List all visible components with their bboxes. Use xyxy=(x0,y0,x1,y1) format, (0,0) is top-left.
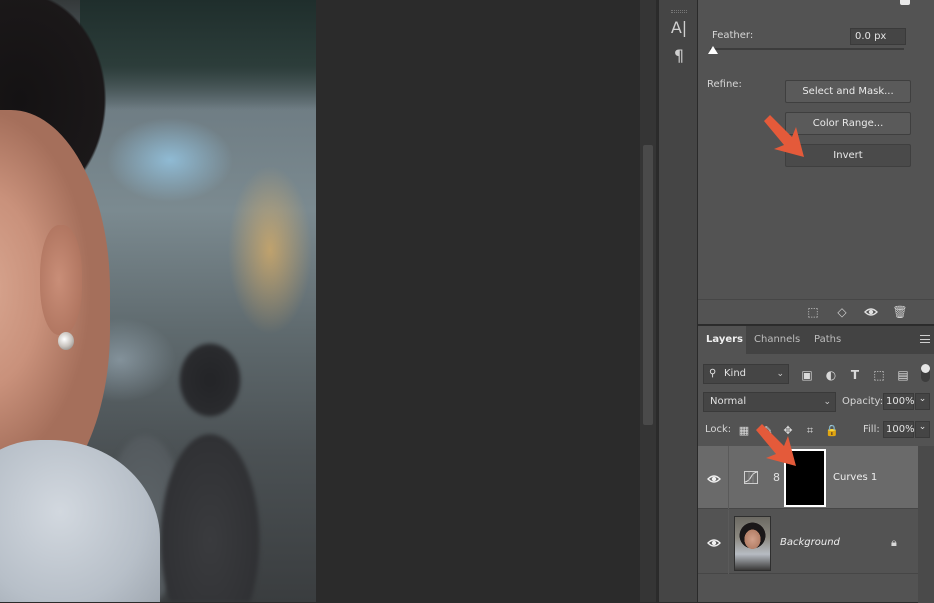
feather-label: Feather: xyxy=(712,30,754,41)
selection-icon[interactable]: ⬚ xyxy=(802,300,824,324)
layer-image-thumbnail[interactable] xyxy=(734,516,771,571)
photo-background-person-dark xyxy=(150,330,270,602)
layers-panel: Layers Channels Paths ⚲ Kind ⌄ ▣ ◐ T ⬚ ▤… xyxy=(698,325,934,603)
canvas-scrollbar-thumb[interactable] xyxy=(643,145,653,425)
visibility-icon[interactable] xyxy=(707,537,723,549)
feather-slider-knob[interactable] xyxy=(708,46,718,54)
feather-slider-track[interactable] xyxy=(710,48,904,50)
blend-mode-select[interactable]: Normal ⌄ xyxy=(703,392,836,412)
layer-name[interactable]: Curves 1 xyxy=(833,472,877,483)
photo-ear xyxy=(40,225,82,335)
link-icon[interactable]: 8 xyxy=(773,470,781,486)
lock-all-icon[interactable]: 🔒 xyxy=(824,423,840,439)
layer-filter-kind-select[interactable]: ⚲ Kind ⌄ xyxy=(703,364,789,384)
strip-grip[interactable] xyxy=(671,10,687,13)
panel-menu-icon[interactable] xyxy=(920,335,930,343)
annotation-arrow-invert xyxy=(764,115,804,157)
pixel-filter-icon[interactable]: ▣ xyxy=(798,366,816,384)
character-icon[interactable]: A| xyxy=(659,18,699,37)
feather-field[interactable]: 0.0 px xyxy=(850,28,906,45)
shape-filter-icon[interactable]: ⬚ xyxy=(870,366,888,384)
opacity-field[interactable]: 100% xyxy=(883,393,915,410)
blend-mode-value: Normal xyxy=(710,396,747,407)
filter-kind-value: Kind xyxy=(724,368,747,379)
layers-panel-tabs: Layers Channels Paths xyxy=(698,326,934,354)
filter-toggle-knob xyxy=(921,364,930,373)
filter-toggle[interactable] xyxy=(921,364,930,382)
trash-icon[interactable]: 🗑 xyxy=(889,300,911,324)
properties-footer: ⬚ ◇ 🗑 xyxy=(698,299,934,324)
fill-label: Fill: xyxy=(863,424,880,435)
lock-icon: 🔒︎ xyxy=(891,536,897,549)
smart-object-filter-icon[interactable]: ▤ xyxy=(894,366,912,384)
fill-field[interactable]: 100% xyxy=(883,421,915,438)
apply-mask-icon[interactable]: ◇ xyxy=(831,300,853,324)
search-icon: ⚲ xyxy=(709,368,717,379)
chevron-down-icon: ⌄ xyxy=(823,397,831,407)
layer-row-background[interactable]: Background 🔒︎ xyxy=(698,510,918,574)
panel-icon-strip: A| ¶ xyxy=(658,0,698,602)
refine-label: Refine: xyxy=(707,79,742,90)
layer-row-curves-1[interactable]: 8 Curves 1 xyxy=(698,446,918,509)
paragraph-icon[interactable]: ¶ xyxy=(659,46,699,65)
opacity-dropdown[interactable]: ⌄ xyxy=(915,393,930,410)
lock-artboard-icon[interactable]: ⌗ xyxy=(802,423,818,439)
fill-dropdown[interactable]: ⌄ xyxy=(915,421,930,438)
adjustment-filter-icon[interactable]: ◐ xyxy=(822,366,840,384)
tab-channels[interactable]: Channels xyxy=(746,326,808,354)
visibility-icon[interactable] xyxy=(707,473,723,485)
tab-layers[interactable]: Layers xyxy=(698,326,746,354)
photo-earring xyxy=(58,332,74,350)
lock-transparent-icon[interactable]: ▦ xyxy=(736,423,752,439)
chevron-down-icon: ⌄ xyxy=(776,369,784,379)
layer-name[interactable]: Background xyxy=(780,537,840,548)
layer-divider xyxy=(728,446,729,509)
curves-adjustment-icon xyxy=(744,471,758,484)
image-canvas[interactable] xyxy=(0,0,316,602)
select-and-mask-button[interactable]: Select and Mask... xyxy=(785,80,911,103)
layer-divider xyxy=(728,510,729,574)
properties-panel: Feather: 0.0 px Refine: Select and Mask.… xyxy=(698,0,934,324)
layers-scrollbar[interactable] xyxy=(918,446,934,603)
opacity-label: Opacity: xyxy=(842,396,884,407)
visibility-icon[interactable] xyxy=(860,300,882,324)
annotation-arrow-mask xyxy=(756,424,796,466)
density-slider-knob[interactable] xyxy=(900,0,910,5)
tab-paths[interactable]: Paths xyxy=(806,326,849,354)
lock-label: Lock: xyxy=(705,424,732,435)
type-filter-icon[interactable]: T xyxy=(846,366,864,384)
